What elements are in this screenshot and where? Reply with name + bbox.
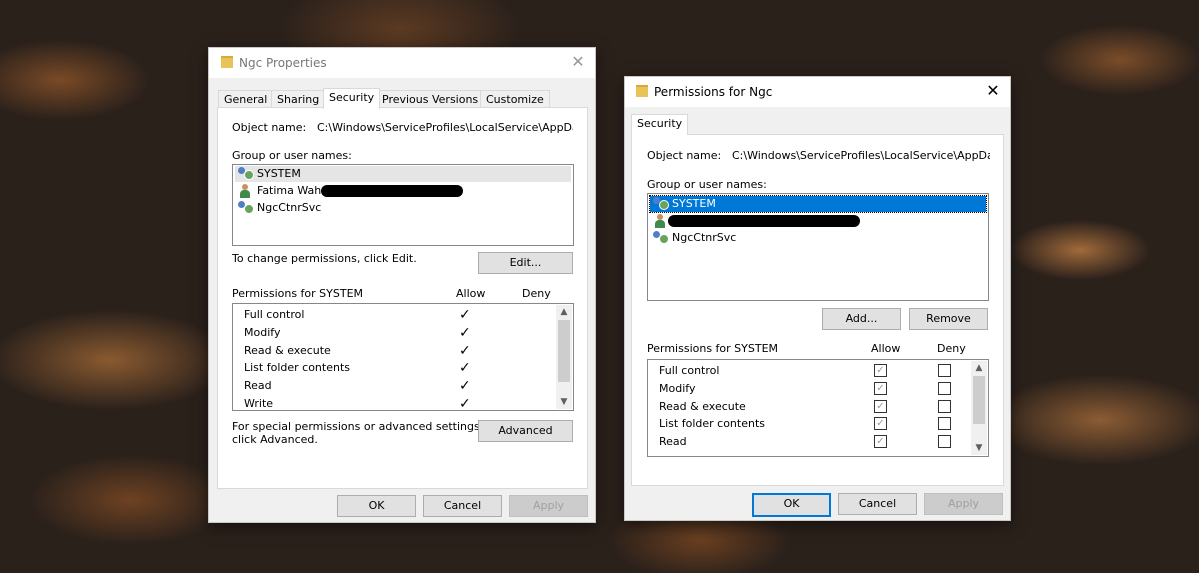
redaction-mark xyxy=(668,215,860,227)
group-icon xyxy=(238,167,254,181)
group-icon xyxy=(653,197,669,211)
object-name-value: C:\Windows\ServiceProfiles\LocalService\… xyxy=(732,149,990,162)
scroll-down-icon[interactable]: ▼ xyxy=(971,441,987,455)
allow-list-folder-checkbox[interactable]: ✓ xyxy=(874,417,887,430)
scroll-up-icon[interactable]: ▲ xyxy=(556,305,572,319)
scroll-thumb[interactable] xyxy=(973,376,985,424)
allow-check-icon: ✓ xyxy=(459,396,471,411)
special-permissions-text-1: For special permissions or advanced sett… xyxy=(232,420,484,433)
perm-read-execute: Read & execute xyxy=(659,400,746,413)
permissions-titlebar: Permissions for Ngc ✕ xyxy=(625,77,1010,107)
add-button[interactable]: Add... xyxy=(822,308,901,330)
deny-read-checkbox[interactable] xyxy=(938,435,951,448)
allow-check-icon: ✓ xyxy=(459,343,471,359)
allow-check-icon: ✓ xyxy=(459,307,471,323)
user-list[interactable]: SYSTEM Fatima Wahab NgcCtnrSvc xyxy=(232,164,574,246)
list-item-ngcctnrsvc[interactable]: NgcCtnrSvc xyxy=(650,230,986,246)
tab-security[interactable]: Security xyxy=(323,88,381,109)
permissions-scrollbar[interactable]: ▲ ▼ xyxy=(971,361,987,455)
permissions-dialog: Permissions for Ngc ✕ Security Object na… xyxy=(624,76,1011,521)
permissions-list[interactable]: Full control Modify Read & execute List … xyxy=(232,303,574,411)
allow-header: Allow xyxy=(456,287,486,300)
permissions-header: Permissions for SYSTEM xyxy=(647,342,779,355)
permissions-list[interactable]: Full control Modify Read & execute List … xyxy=(647,359,989,457)
permissions-scrollbar[interactable]: ▲ ▼ xyxy=(556,305,572,409)
perm-list-folder: List folder contents xyxy=(659,417,765,430)
apply-button[interactable]: Apply xyxy=(924,493,1003,515)
allow-check-icon: ✓ xyxy=(459,325,471,341)
allow-check-icon: ✓ xyxy=(459,360,471,376)
group-label: Group or user names: xyxy=(232,149,352,162)
user-icon xyxy=(240,184,250,198)
object-name-label: Object name: xyxy=(647,149,722,162)
cancel-button[interactable]: Cancel xyxy=(423,495,502,517)
object-name-label: Object name: xyxy=(232,121,307,134)
cancel-button[interactable]: Cancel xyxy=(838,493,917,515)
allow-read-checkbox[interactable]: ✓ xyxy=(874,435,887,448)
close-icon[interactable]: ✕ xyxy=(569,53,587,71)
change-permissions-text: To change permissions, click Edit. xyxy=(232,252,417,265)
scroll-up-icon[interactable]: ▲ xyxy=(971,361,987,375)
permissions-tabs: Security xyxy=(631,114,711,135)
allow-header: Allow xyxy=(871,342,901,355)
security-panel: Object name: C:\Windows\ServiceProfiles\… xyxy=(217,107,588,489)
properties-tabs: General Sharing Security Previous Versio… xyxy=(218,88,588,109)
remove-button[interactable]: Remove xyxy=(909,308,988,330)
properties-title: Ngc Properties xyxy=(239,56,327,70)
perm-read: Read xyxy=(659,435,687,448)
perm-modify: Modify xyxy=(659,382,696,395)
redaction-mark xyxy=(321,185,463,197)
allow-check-icon: ✓ xyxy=(459,378,471,394)
deny-list-folder-checkbox[interactable] xyxy=(938,417,951,430)
ngc-properties-window: Ngc Properties ✕ General Sharing Securit… xyxy=(208,47,596,523)
list-item-system[interactable]: SYSTEM xyxy=(235,166,571,182)
perm-list-folder: List folder contents xyxy=(244,361,350,374)
perm-full-control: Full control xyxy=(659,364,720,377)
group-icon xyxy=(653,231,669,245)
deny-modify-checkbox[interactable] xyxy=(938,382,951,395)
list-item-user[interactable] xyxy=(650,213,986,229)
user-icon xyxy=(655,214,665,228)
deny-read-execute-checkbox[interactable] xyxy=(938,400,951,413)
scroll-thumb[interactable] xyxy=(558,320,570,382)
folder-icon xyxy=(636,85,648,97)
ok-button[interactable]: OK xyxy=(337,495,416,517)
deny-header: Deny xyxy=(522,287,551,300)
properties-titlebar: Ngc Properties ✕ xyxy=(209,48,595,78)
advanced-button[interactable]: Advanced xyxy=(478,420,573,442)
scroll-down-icon[interactable]: ▼ xyxy=(556,395,572,409)
permissions-header: Permissions for SYSTEM xyxy=(232,287,364,300)
allow-modify-checkbox[interactable]: ✓ xyxy=(874,382,887,395)
edit-button[interactable]: Edit... xyxy=(478,252,573,274)
perm-read: Read xyxy=(244,379,272,392)
deny-full-control-checkbox[interactable] xyxy=(938,364,951,377)
deny-header: Deny xyxy=(937,342,966,355)
perm-read-execute: Read & execute xyxy=(244,344,331,357)
object-name-value: C:\Windows\ServiceProfiles\LocalService\… xyxy=(317,121,573,134)
list-item-user[interactable]: Fatima Wahab xyxy=(235,183,571,199)
special-permissions-text-2: click Advanced. xyxy=(232,433,318,446)
tab-security[interactable]: Security xyxy=(631,114,689,135)
folder-icon xyxy=(221,56,233,68)
close-icon[interactable]: ✕ xyxy=(984,82,1002,100)
ok-button[interactable]: OK xyxy=(752,493,831,517)
allow-full-control-checkbox[interactable]: ✓ xyxy=(874,364,887,377)
perm-modify: Modify xyxy=(244,326,281,339)
apply-button[interactable]: Apply xyxy=(509,495,588,517)
user-list[interactable]: SYSTEM NgcCtnrSvc xyxy=(647,193,989,301)
group-label: Group or user names: xyxy=(647,178,767,191)
list-item-system[interactable]: SYSTEM xyxy=(649,195,987,213)
perm-write: Write xyxy=(244,397,274,410)
permissions-panel: Object name: C:\Windows\ServiceProfiles\… xyxy=(631,134,1004,486)
group-icon xyxy=(238,201,254,215)
allow-read-execute-checkbox[interactable]: ✓ xyxy=(874,400,887,413)
perm-full-control: Full control xyxy=(244,308,305,321)
permissions-title: Permissions for Ngc xyxy=(654,85,773,99)
list-item-ngcctnrsvc[interactable]: NgcCtnrSvc xyxy=(235,200,571,216)
